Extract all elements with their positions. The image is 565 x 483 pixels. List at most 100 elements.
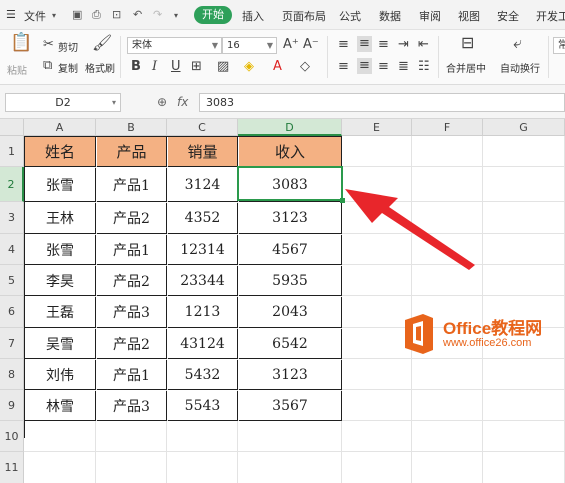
chevron-down-icon[interactable]: ▾ <box>52 11 56 20</box>
paste-icon[interactable]: 📋 <box>10 34 32 52</box>
table-cell[interactable]: 4352 <box>168 203 238 234</box>
row-header-6[interactable]: 6 <box>0 296 24 328</box>
copy-icon[interactable]: ⧉ <box>43 59 52 73</box>
format-painter-button[interactable]: 格式刷 <box>85 60 115 75</box>
tab-formulas[interactable]: 公式 <box>339 8 361 24</box>
align-left-icon[interactable]: ≡ <box>338 60 349 74</box>
table-cell[interactable]: 3123 <box>239 203 342 234</box>
table-cell[interactable]: 43124 <box>168 329 238 359</box>
hamburger-icon[interactable]: ☰ <box>6 8 16 21</box>
align-right-icon[interactable]: ≡ <box>378 60 389 74</box>
table-cell[interactable]: 产品1 <box>97 360 167 390</box>
column-header-d[interactable]: D <box>238 119 342 136</box>
scissors-icon[interactable]: ✂ <box>43 38 54 52</box>
table-cell[interactable]: 5432 <box>168 360 238 390</box>
merge-center-icon[interactable]: ⊟ <box>461 35 474 51</box>
menu-file[interactable]: 文件 <box>24 8 46 24</box>
row-header-1[interactable]: 1 <box>0 136 24 167</box>
select-all-corner[interactable] <box>0 119 24 136</box>
format-painter-icon[interactable]: 🖌 <box>92 35 112 51</box>
row-header-4[interactable]: 4 <box>0 234 24 265</box>
align-top-icon[interactable]: ≡ <box>338 38 349 52</box>
table-cell[interactable]: 产品3 <box>97 297 167 328</box>
tab-developer[interactable]: 开发工 <box>536 8 565 24</box>
tab-insert[interactable]: 插入 <box>242 8 264 24</box>
table-cell[interactable]: 23344 <box>168 266 238 296</box>
distributed-icon[interactable]: ☷ <box>418 60 430 74</box>
number-format-select[interactable]: 常 <box>553 37 565 54</box>
zoom-icon[interactable]: ⊕ <box>157 95 167 109</box>
paste-button[interactable]: 粘贴 <box>7 62 27 77</box>
print-icon[interactable]: ⎙ <box>92 8 101 22</box>
fill-handle[interactable] <box>340 198 345 203</box>
table-header-cell[interactable]: 销量 <box>168 137 238 167</box>
table-cell[interactable]: 12314 <box>168 235 238 265</box>
tab-home[interactable]: 开始 <box>194 6 232 24</box>
eraser-icon[interactable]: ◇ <box>300 60 310 74</box>
row-header-9[interactable]: 9 <box>0 390 24 421</box>
column-header-e[interactable]: E <box>342 119 412 136</box>
active-cell-selection[interactable] <box>237 166 345 203</box>
table-cell[interactable]: 王磊 <box>25 297 96 328</box>
align-bottom-icon[interactable]: ≡ <box>378 38 389 52</box>
border-icon[interactable]: ⊞ <box>191 60 202 74</box>
column-header-a[interactable]: A <box>24 119 96 136</box>
table-cell[interactable]: 刘伟 <box>25 360 96 390</box>
table-cell[interactable]: 3123 <box>239 360 342 390</box>
align-middle-icon[interactable]: ≡ <box>357 36 372 52</box>
print-preview-icon[interactable]: ⊡ <box>112 8 121 21</box>
table-header-cell[interactable]: 姓名 <box>25 137 96 167</box>
tab-data[interactable]: 数据 <box>379 8 401 24</box>
table-cell[interactable]: 2043 <box>239 297 342 328</box>
customize-icon[interactable]: ▾ <box>174 11 178 20</box>
redo-icon[interactable]: ↷ <box>153 8 162 21</box>
table-cell[interactable]: 王林 <box>25 203 96 234</box>
column-header-c[interactable]: C <box>167 119 238 136</box>
column-header-f[interactable]: F <box>412 119 483 136</box>
table-cell[interactable]: 李昊 <box>25 266 96 296</box>
row-header-3[interactable]: 3 <box>0 202 24 234</box>
table-cell[interactable]: 张雪 <box>25 168 96 202</box>
row-header-11[interactable]: 11 <box>0 452 24 483</box>
table-cell[interactable]: 1213 <box>168 297 238 328</box>
cell-style-icon[interactable]: ▨ <box>217 60 229 74</box>
font-size-select[interactable]: 16 ▼ <box>222 37 277 54</box>
tab-page-layout[interactable]: 页面布局 <box>282 8 326 24</box>
wrap-text-button[interactable]: 自动换行 <box>500 60 540 75</box>
align-center-icon[interactable]: ≡ <box>357 58 372 74</box>
underline-icon[interactable]: U <box>171 60 181 74</box>
undo-icon[interactable]: ↶ <box>133 8 142 21</box>
copy-button[interactable]: 复制 <box>58 60 78 75</box>
column-header-b[interactable]: B <box>96 119 167 136</box>
spreadsheet-grid[interactable]: A B C D E F G 1 2 3 4 5 6 7 8 9 10 11 姓名 产品 销量 收入 张雪 产品1 3124 308… <box>0 119 565 483</box>
wrap-text-icon[interactable]: ⤶ <box>513 35 522 51</box>
table-cell[interactable]: 张雪 <box>25 235 96 265</box>
tab-security[interactable]: 安全 <box>497 8 519 24</box>
merge-center-button[interactable]: 合并居中 <box>446 60 486 75</box>
indent-icon[interactable]: ⇥ <box>398 38 409 52</box>
table-cell[interactable]: 产品2 <box>97 266 167 296</box>
table-cell[interactable]: 6542 <box>239 329 342 359</box>
row-header-7[interactable]: 7 <box>0 328 24 359</box>
increase-font-icon[interactable]: A⁺ <box>283 38 299 52</box>
table-cell[interactable]: 5543 <box>168 391 238 421</box>
tab-view[interactable]: 视图 <box>458 8 480 24</box>
table-cell[interactable]: 产品1 <box>97 168 167 202</box>
row-header-2[interactable]: 2 <box>0 167 24 202</box>
table-cell[interactable]: 3567 <box>239 391 342 421</box>
formula-input[interactable]: 3083 <box>199 93 565 112</box>
bold-icon[interactable]: B <box>131 60 141 74</box>
cut-button[interactable]: 剪切 <box>58 39 78 54</box>
table-cell[interactable]: 产品2 <box>97 203 167 234</box>
function-icon[interactable]: fx <box>177 95 188 109</box>
italic-icon[interactable]: I <box>152 60 157 74</box>
font-color-icon[interactable]: A <box>273 60 282 74</box>
table-cell[interactable]: 产品2 <box>97 329 167 359</box>
font-name-select[interactable]: 宋体 ▼ <box>127 37 222 54</box>
table-cell[interactable]: 吴雪 <box>25 329 96 359</box>
table-cell[interactable]: 5935 <box>239 266 342 296</box>
justify-icon[interactable]: ≣ <box>398 60 409 74</box>
decrease-font-icon[interactable]: A⁻ <box>303 38 319 52</box>
save-icon[interactable]: ▣ <box>72 8 82 21</box>
outdent-icon[interactable]: ⇤ <box>418 38 429 52</box>
